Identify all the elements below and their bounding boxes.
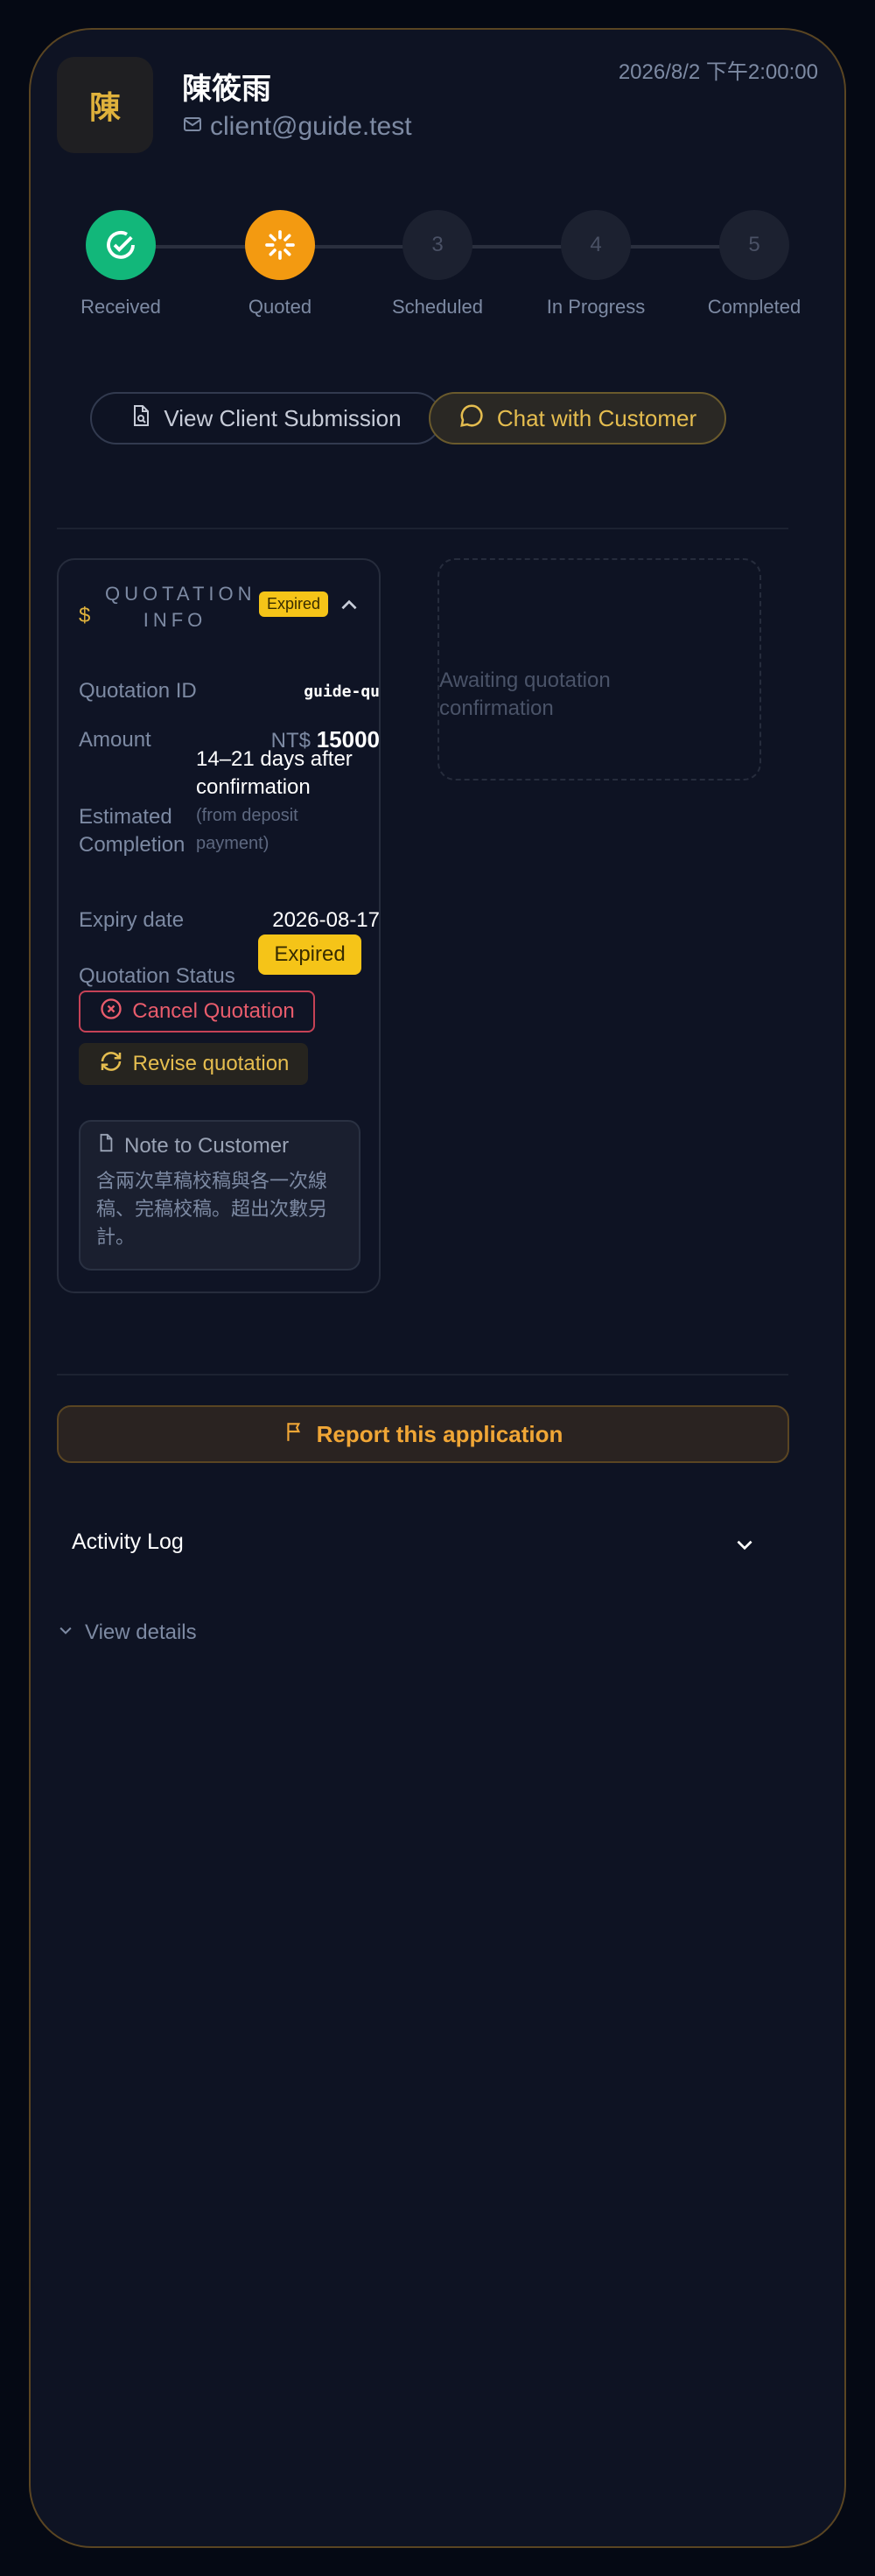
view-client-submission-label: View Client Submission xyxy=(164,404,402,431)
amount-label: Amount xyxy=(79,728,151,752)
progress-step-quoted: Quoted xyxy=(210,210,350,318)
quotation-status-label: Quotation Status xyxy=(79,964,235,988)
chat-with-customer-button[interactable]: Chat with Customer xyxy=(429,392,726,444)
view-details-label: View details xyxy=(85,1620,197,1644)
client-name: 陳筱雨 xyxy=(182,73,271,106)
refresh-icon xyxy=(98,1048,124,1081)
chevron-down-icon xyxy=(57,1620,74,1645)
report-application-button[interactable]: Report this application xyxy=(57,1405,789,1463)
flag-icon xyxy=(284,1419,306,1450)
note-text: 含兩次草稿校稿與各一次線稿、完稿校稿。超出次數另計。 xyxy=(96,1170,328,1248)
note-title-row: Note to Customer xyxy=(96,1132,289,1159)
dollar-icon: $ xyxy=(79,604,91,627)
quotation-id-label: Quotation ID xyxy=(79,679,197,703)
note-title: Note to Customer xyxy=(124,1133,290,1158)
step-label: In Progress xyxy=(546,296,646,318)
report-application-label: Report this application xyxy=(316,1420,564,1447)
loader-icon xyxy=(245,210,315,280)
quotation-info-title: QUOTATION INFO xyxy=(105,583,256,631)
view-client-submission-button[interactable]: View Client Submission xyxy=(90,392,442,444)
revise-quotation-button[interactable]: Revise quotation xyxy=(79,1043,308,1085)
step-label: Received xyxy=(80,296,161,318)
cancel-quotation-label: Cancel Quotation xyxy=(132,999,295,1023)
step-label: Completed xyxy=(707,296,802,318)
step-number: 3 xyxy=(402,210,472,280)
expiry-date-label: Expiry date xyxy=(79,908,185,932)
estimated-completion-value: 14–21 days after confirmation (from depo… xyxy=(196,746,362,858)
expiry-date-value: 2026-08-17 xyxy=(272,908,380,932)
step-number: 4 xyxy=(561,210,631,280)
avatar: 陳 xyxy=(57,57,153,153)
progress-step-received: Received xyxy=(51,210,191,318)
activity-log-header[interactable]: Activity Log xyxy=(72,1530,184,1555)
avatar-initial: 陳 xyxy=(88,89,121,125)
email-row: client@guide.test xyxy=(182,112,412,142)
check-circle-icon xyxy=(86,210,156,280)
document-icon xyxy=(130,404,151,433)
expand-chevron-down-icon[interactable] xyxy=(733,1533,756,1560)
quotation-status-badge: Expired xyxy=(258,934,361,975)
close-circle-icon xyxy=(99,997,123,1027)
mail-icon xyxy=(182,112,203,142)
view-details-toggle[interactable]: View details xyxy=(57,1620,197,1645)
awaiting-confirmation-text: Awaiting quotation confirmation xyxy=(439,668,611,720)
chat-bubble-icon xyxy=(458,402,485,435)
quotation-expired-badge: Expired xyxy=(259,592,329,617)
submission-datetime: 2026/8/2 下午2:00:00 xyxy=(618,60,818,84)
revise-quotation-label: Revise quotation xyxy=(132,1052,290,1075)
divider xyxy=(57,1374,788,1376)
chat-with-customer-label: Chat with Customer xyxy=(496,404,697,431)
divider xyxy=(57,528,788,529)
step-number: 5 xyxy=(719,210,789,280)
cancel-quotation-button[interactable]: Cancel Quotation xyxy=(79,990,315,1032)
progress-step-completed: 5 Completed xyxy=(684,210,824,318)
step-label: Scheduled xyxy=(392,296,483,318)
quotation-id-value: guide-qu xyxy=(304,682,380,701)
file-icon xyxy=(96,1132,116,1159)
client-email: client@guide.test xyxy=(210,112,412,141)
estimated-completion-sub: (from deposit payment) xyxy=(196,806,298,853)
collapse-chevron-up-icon[interactable] xyxy=(338,594,360,621)
step-label: Quoted xyxy=(248,296,312,318)
estimated-completion-main: 14–21 days after confirmation xyxy=(196,747,353,799)
estimated-completion-label: Estimated Completion xyxy=(79,805,186,857)
progress-step-scheduled: 3 Scheduled xyxy=(368,210,508,318)
progress-step-in-progress: 4 In Progress xyxy=(526,210,666,318)
